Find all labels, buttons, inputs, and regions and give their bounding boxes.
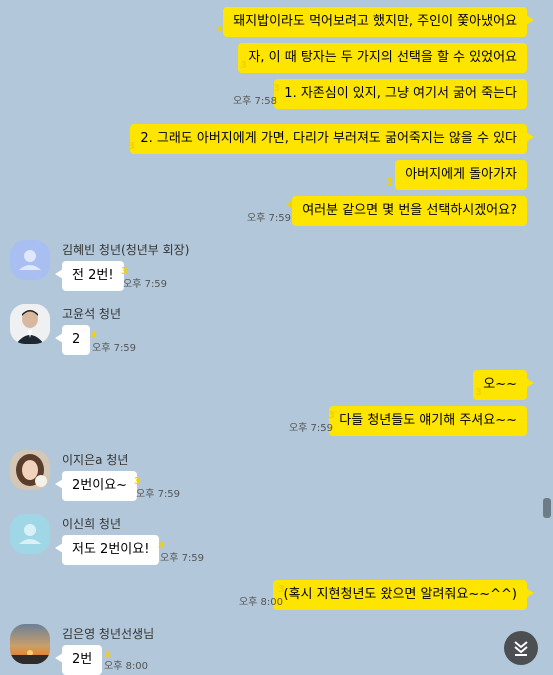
message-time: 오후 7:59 [246,213,291,224]
message-bubble[interactable]: 여러분 같으면 몇 번을 선택하시겠어요? [292,196,527,226]
sender-name: 이지은a 청년 [62,453,129,467]
my-message: 여러분 같으면 몇 번을 선택하시겠어요? [292,196,527,226]
my-message: 다들 청년들도 얘기해 주셔요~~ [329,406,527,436]
message-time: 오후 8:00 [104,661,149,672]
profile-photo-avatar[interactable] [10,624,50,664]
unread-count: 3 [216,24,223,35]
unread-count: 3 [328,410,335,421]
message-bubble[interactable]: (혹시 지현청년도 왔으면 알려줘요~~^^) [273,580,534,610]
message-time: 오후 7:59 [136,489,181,500]
message-bubble[interactable]: 돼지밥이라도 먹어보려고 했지만, 주인이 쫓아냈어요 [223,7,534,37]
my-message: 2. 그래도 아버지에게 가면, 다리가 부러져도 굶어죽지는 않을 수 있다 [130,124,534,154]
other-message: 전 2번! [55,261,124,291]
message-bubble[interactable]: 1. 자존심이 있지, 그냥 여기서 굶어 죽는다 [274,79,527,109]
unread-count: 3 [475,387,482,398]
my-message: 돼지밥이라도 먹어보려고 했지만, 주인이 쫓아냈어요 [223,7,534,37]
message-time: 오후 7:58 [232,96,277,107]
sender-name: 김혜빈 청년(청년부 회장) [62,243,190,257]
other-message: 저도 2번이요! [54,535,160,565]
unread-count: 3 [128,141,135,152]
profile-photo-icon [10,450,50,490]
default-avatar[interactable] [10,514,50,554]
chat-room: 돼지밥이라도 먹어보려고 했지만, 주인이 쫓아냈어요 3 자, 이 때 탕자는… [0,0,553,675]
chevron-double-down-icon [514,641,528,656]
message-bubble[interactable]: 자, 이 때 탕자는 두 가지의 선택을 할 수 있었어요 [238,43,527,73]
profile-photo-avatar[interactable] [10,304,50,344]
message-time: 오후 7:59 [288,423,333,434]
unread-count: 3 [273,83,280,94]
unread-count: 3 [240,60,247,71]
unread-count: 3 [121,266,128,277]
message-bubble[interactable]: 전 2번! [55,261,124,291]
message-bubble[interactable]: 2번이요~ [54,471,138,501]
message-time: 오후 7:59 [92,343,137,354]
sender-name: 김은영 청년선생님 [62,627,155,641]
message-time: 오후 8:00 [238,597,283,608]
unread-count: 3 [278,584,285,595]
scrollbar-thumb[interactable] [543,498,551,518]
unread-count: 3 [134,476,141,487]
message-time: 오후 7:59 [123,279,168,290]
profile-photo-avatar[interactable] [10,450,50,490]
unread-count: 3 [158,540,165,551]
unread-count: 3 [286,200,293,211]
message-bubble[interactable]: 아버지에게 돌아가자 [395,160,527,190]
sender-name: 이신희 청년 [62,517,122,531]
sunset-photo-icon [10,624,50,664]
scroll-to-bottom-button[interactable] [504,631,538,665]
message-bubble[interactable]: 다들 청년들도 얘기해 주셔요~~ [329,406,527,436]
my-message: (혹시 지현청년도 왔으면 알려줘요~~^^) [273,580,534,610]
other-message: 2 [54,325,91,355]
sender-name: 고윤석 청년 [62,307,122,321]
person-icon [19,524,41,544]
message-bubble[interactable]: 저도 2번이요! [54,535,160,565]
default-avatar[interactable] [10,240,50,280]
profile-photo-icon [10,304,50,344]
other-message: 2번이요~ [54,471,138,501]
message-time: 오후 7:59 [160,553,205,564]
person-icon [19,250,41,270]
my-message: 1. 자존심이 있지, 그냥 여기서 굶어 죽는다 [274,79,527,109]
message-bubble[interactable]: 2. 그래도 아버지에게 가면, 다리가 부러져도 굶어죽지는 않을 수 있다 [130,124,534,154]
message-bubble[interactable]: 2 [54,325,91,355]
unread-count: 3 [386,177,393,188]
my-message: 아버지에게 돌아가자 [395,160,527,190]
my-message: 자, 이 때 탕자는 두 가지의 선택을 할 수 있었어요 [238,43,527,73]
unread-count: 3 [90,330,97,341]
